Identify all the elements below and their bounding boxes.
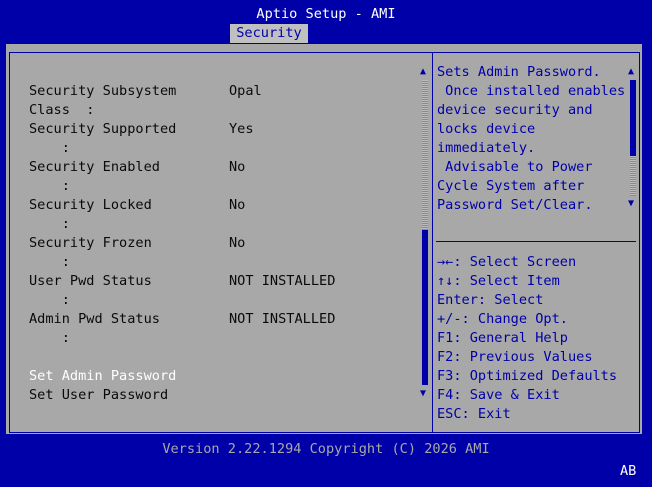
help-line: locks device	[437, 121, 536, 137]
key-help-line: +/-: Change Opt.	[437, 311, 568, 327]
menu-item[interactable]: Set Admin Password	[29, 367, 176, 386]
setting-label: Security Frozen :	[29, 235, 152, 270]
setting-value: No	[229, 197, 246, 213]
app-title: Aptio Setup - AMI	[256, 6, 396, 22]
panel-border-right	[639, 52, 640, 433]
menu-item[interactable]: Set User Password	[29, 386, 168, 405]
scroll-up-arrow-icon[interactable]: ▲	[420, 66, 426, 78]
left-scrollbar-thumb[interactable]	[422, 230, 428, 385]
setting-value: NOT INSTALLED	[229, 311, 336, 327]
help-scrollbar-track[interactable]	[630, 156, 636, 196]
help-line: Cycle System after	[437, 178, 585, 194]
left-scrollbar-track[interactable]	[422, 80, 428, 230]
setting-label: Security Subsystem Class :	[29, 83, 177, 118]
help-scroll-up-arrow-icon[interactable]: ▲	[628, 66, 634, 78]
help-line: Advisable to Power	[437, 159, 593, 175]
help-line: Once installed enables	[437, 83, 626, 99]
setting-value: Opal	[229, 83, 262, 99]
panel-border-top	[9, 52, 639, 53]
help-line: Sets Admin Password.	[437, 64, 601, 80]
help-line: device security and	[437, 102, 593, 118]
key-help-line: F2: Previous Values	[437, 349, 593, 365]
scroll-down-arrow-icon[interactable]: ▼	[420, 388, 426, 400]
setting-label: Security Enabled :	[29, 159, 160, 194]
setting-value: Yes	[229, 121, 254, 137]
setting-label: Security Supported :	[29, 121, 177, 156]
key-help-line: →←: Select Screen	[437, 254, 577, 270]
setting-value: No	[229, 159, 246, 175]
key-help-line: Enter: Select	[437, 292, 544, 308]
header-bar: Aptio Setup - AMI Security	[0, 0, 652, 44]
pane-divider	[432, 52, 433, 433]
key-help-line: ESC: Exit	[437, 406, 511, 422]
setting-label: Admin Pwd Status :	[29, 311, 160, 346]
help-line: immediately.	[437, 140, 536, 156]
tab-security[interactable]: Security	[230, 24, 308, 43]
help-line: Password Set/Clear.	[437, 197, 593, 213]
setting-label: User Pwd Status :	[29, 273, 152, 308]
panel-border-bottom	[9, 432, 639, 433]
key-help-line: F4: Save & Exit	[437, 387, 560, 403]
key-help-line: F1: General Help	[437, 330, 568, 346]
key-help-line: ↑↓: Select Item	[437, 273, 560, 289]
setting-value: NOT INSTALLED	[229, 273, 336, 289]
setting-value: No	[229, 235, 246, 251]
help-divider	[436, 241, 636, 242]
version-footer: Version 2.22.1294 Copyright (C) 2026 AMI	[162, 441, 490, 457]
mode-indicator: AB	[620, 463, 637, 479]
key-help-line: F3: Optimized Defaults	[437, 368, 618, 384]
help-scroll-down-arrow-icon[interactable]: ▼	[628, 198, 634, 210]
panel-border-left	[9, 52, 10, 433]
setting-label: Security Locked :	[29, 197, 152, 232]
help-scrollbar-thumb[interactable]	[630, 80, 636, 156]
